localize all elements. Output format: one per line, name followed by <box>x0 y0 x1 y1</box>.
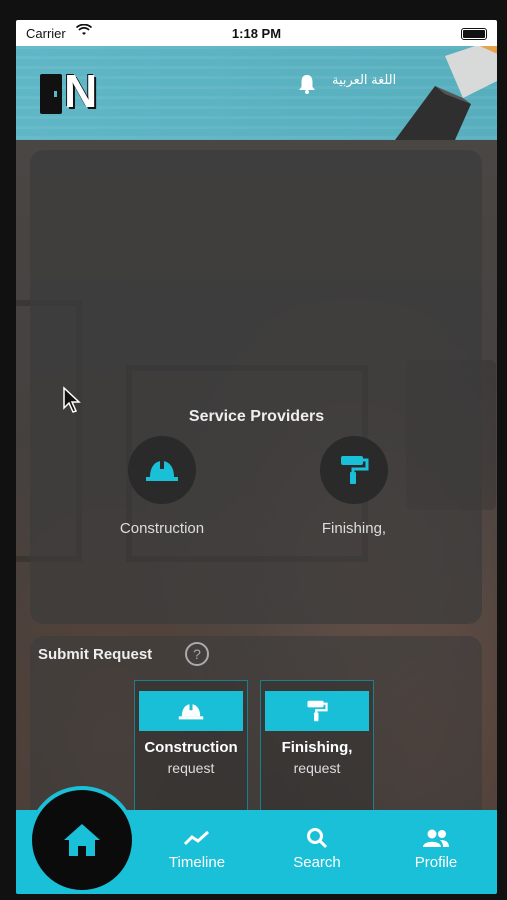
construction-request-card[interactable]: Construction request <box>134 680 248 822</box>
finishing-request-card[interactable]: Finishing, request <box>260 680 374 822</box>
tab-profile[interactable]: Profile <box>391 826 481 871</box>
paint-roller-icon <box>265 691 369 731</box>
battery-icon <box>461 28 487 40</box>
submit-request-title: Submit Request <box>38 646 153 663</box>
tab-label: Profile <box>414 854 458 871</box>
card-title: Construction <box>144 739 238 756</box>
app-frame: Carrier 1:18 PM N اللغة العربية Service … <box>16 20 497 894</box>
card-title: Finishing, <box>281 739 353 756</box>
provider-finishing[interactable]: Finishing, <box>284 436 424 537</box>
paint-brush-image <box>395 46 497 140</box>
hard-hat-icon <box>128 436 196 504</box>
tab-timeline[interactable]: Timeline <box>152 826 242 871</box>
provider-label: Finishing, <box>321 520 387 537</box>
clock: 1:18 PM <box>231 26 282 41</box>
card-subtitle: request <box>293 760 341 776</box>
bell-icon[interactable] <box>298 74 316 100</box>
search-icon <box>272 826 362 850</box>
app-header: N اللغة العربية <box>16 46 497 140</box>
logo-letter: N <box>64 65 97 117</box>
home-icon <box>64 824 100 856</box>
status-bar: Carrier 1:18 PM <box>16 20 497 46</box>
service-providers-panel <box>30 150 482 624</box>
question-icon[interactable]: ? <box>185 642 209 666</box>
card-subtitle: request <box>167 760 215 776</box>
home-tab[interactable] <box>28 786 136 894</box>
provider-construction[interactable]: Construction <box>92 436 232 537</box>
tab-label: Timeline <box>168 854 226 871</box>
paint-roller-icon <box>320 436 388 504</box>
door-icon <box>40 74 62 114</box>
provider-label: Construction <box>119 520 205 537</box>
tab-label: Search <box>293 854 341 871</box>
hard-hat-icon <box>139 691 243 731</box>
profile-icon <box>391 826 481 850</box>
service-providers-title: Service Providers <box>188 408 325 425</box>
mouse-pointer-icon <box>63 386 81 413</box>
tab-search[interactable]: Search <box>272 826 362 871</box>
app-logo: N <box>40 65 120 118</box>
timeline-icon <box>152 826 242 850</box>
